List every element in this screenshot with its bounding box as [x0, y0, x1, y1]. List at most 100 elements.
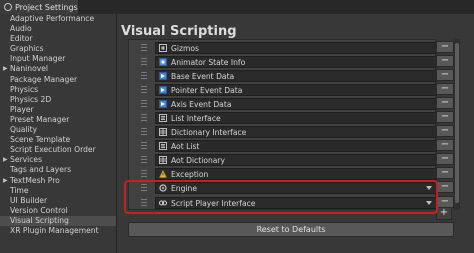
sidebar-item[interactable]: Package Manager	[0, 75, 116, 85]
sidebar-item[interactable]: Quality	[0, 125, 116, 135]
remove-type-button[interactable]: −	[436, 111, 454, 123]
type-field[interactable]: Base Event Data	[155, 70, 437, 82]
highlight-box	[124, 180, 438, 214]
list-icon	[159, 142, 167, 150]
remove-type-button[interactable]: −	[436, 139, 454, 151]
sidebar-item[interactable]: Audio	[0, 24, 116, 34]
sidebar-item[interactable]: ▶ Naninovel	[0, 64, 116, 74]
sidebar-item[interactable]: Graphics	[0, 44, 116, 54]
type-label: Base Event Data	[171, 71, 235, 81]
type-row: Base Event Data	[141, 69, 437, 83]
sidebar-item[interactable]: ▶ Services	[0, 155, 116, 165]
sidebar-item-label: Scene Template	[10, 135, 71, 145]
sidebar-item-label: Version Control	[10, 205, 68, 215]
sidebar-item[interactable]: UI Builder	[0, 196, 116, 206]
list-scrollbar[interactable]	[454, 39, 460, 210]
type-label: Dictionary Interface	[171, 127, 247, 137]
remove-type-button[interactable]: −	[436, 41, 454, 53]
sidebar-item-label: Input Manager	[10, 54, 66, 64]
type-row: Aot List	[141, 139, 437, 153]
type-label: Animator State Info	[171, 57, 246, 67]
sidebar-item-label: Quality	[10, 125, 38, 135]
type-row: Axis Event Data	[141, 97, 437, 111]
sidebar-item[interactable]: Physics	[0, 85, 116, 95]
sidebar-item[interactable]: Player	[0, 105, 116, 115]
type-field[interactable]: Animator State Info	[155, 56, 437, 68]
type-field[interactable]: Pointer Event Data	[155, 84, 437, 96]
sidebar-item[interactable]: Preset Manager	[0, 115, 116, 125]
event-data-icon	[159, 72, 167, 80]
sidebar-item-label: Visual Scripting	[10, 215, 69, 225]
expand-arrow-icon[interactable]: ▶	[3, 155, 8, 165]
type-row: Gizmos	[141, 41, 437, 55]
type-field[interactable]: Dictionary Interface	[155, 126, 437, 138]
sidebar-item[interactable]: XR Plugin Management	[0, 226, 116, 236]
type-field[interactable]: Aot List	[155, 140, 437, 152]
drag-handle-icon[interactable]	[141, 72, 147, 80]
sidebar-item-label: TextMesh Pro	[10, 175, 60, 185]
remove-type-button[interactable]: −	[436, 69, 454, 81]
type-field[interactable]: Gizmos	[155, 42, 437, 54]
list-icon	[159, 114, 167, 122]
type-label: Pointer Event Data	[171, 85, 243, 95]
type-label: Gizmos	[171, 43, 199, 53]
project-settings-tab[interactable]: Project Settings	[0, 0, 78, 14]
type-label: Aot List	[171, 141, 200, 151]
remove-type-button[interactable]: −	[436, 97, 454, 109]
drag-handle-icon[interactable]	[141, 86, 147, 94]
add-type-button[interactable]: +	[436, 208, 452, 220]
remove-type-button[interactable]: −	[436, 125, 454, 137]
remove-type-button[interactable]: −	[436, 167, 454, 179]
sidebar-item[interactable]: Script Execution Order	[0, 145, 116, 155]
type-field[interactable]: List Interface	[155, 112, 437, 124]
drag-handle-icon[interactable]	[141, 128, 147, 136]
type-row: Animator State Info	[141, 55, 437, 69]
sidebar-item-label: Graphics	[10, 44, 44, 54]
type-row: Aot Dictionary	[141, 153, 437, 167]
sidebar-item[interactable]: Input Manager	[0, 54, 116, 64]
sidebar-item[interactable]: Physics 2D	[0, 95, 116, 105]
type-row: List Interface	[141, 111, 437, 125]
drag-handle-icon[interactable]	[141, 156, 147, 164]
drag-handle-icon[interactable]	[141, 100, 147, 108]
drag-handle-icon[interactable]	[141, 114, 147, 122]
sidebar-item[interactable]: ▶ TextMesh Pro	[0, 176, 116, 186]
drag-handle-icon[interactable]	[141, 58, 147, 66]
reset-to-defaults-button[interactable]: Reset to Defaults	[128, 222, 454, 237]
title-bar: Project Settings	[0, 0, 474, 14]
sidebar-item[interactable]: Editor	[0, 34, 116, 44]
sidebar-item-label: Script Execution Order	[10, 145, 96, 155]
sidebar-item-label: UI Builder	[10, 195, 48, 205]
animator-icon	[159, 58, 167, 66]
type-field[interactable]: Axis Event Data	[155, 98, 437, 110]
sidebar-item-label: Services	[10, 155, 43, 165]
dictionary-icon	[159, 128, 167, 136]
expand-arrow-icon[interactable]: ▶	[3, 64, 8, 74]
sidebar-item[interactable]: Time	[0, 186, 116, 196]
remove-type-button[interactable]: −	[436, 83, 454, 95]
event-data-icon	[159, 86, 167, 94]
remove-type-button[interactable]: −	[436, 181, 454, 193]
type-field[interactable]: Exception	[155, 168, 437, 180]
event-data-icon	[159, 100, 167, 108]
scrollbar-thumb[interactable]	[455, 43, 459, 203]
remove-type-button[interactable]: −	[436, 55, 454, 67]
sidebar-item[interactable]: Tags and Layers	[0, 165, 116, 175]
type-row: Dictionary Interface	[141, 125, 437, 139]
sidebar-item[interactable]: Adaptive Performance	[0, 14, 116, 24]
sidebar-item[interactable]: Scene Template	[0, 135, 116, 145]
expand-arrow-icon[interactable]: ▶	[3, 176, 8, 186]
sidebar-item[interactable]: Version Control	[0, 206, 116, 216]
type-label: Aot Dictionary	[171, 155, 226, 165]
gizmos-icon	[159, 44, 167, 52]
drag-handle-icon[interactable]	[141, 170, 147, 178]
sidebar-item-label: Package Manager	[10, 74, 78, 84]
remove-type-button[interactable]: −	[436, 153, 454, 165]
sidebar-item[interactable]: Visual Scripting	[0, 215, 116, 226]
drag-handle-icon[interactable]	[141, 44, 147, 52]
type-field[interactable]: Aot Dictionary	[155, 154, 437, 166]
dictionary-icon	[159, 156, 167, 164]
exception-icon	[159, 169, 167, 178]
sidebar-item-label: Adaptive Performance	[10, 14, 95, 23]
drag-handle-icon[interactable]	[141, 142, 147, 150]
